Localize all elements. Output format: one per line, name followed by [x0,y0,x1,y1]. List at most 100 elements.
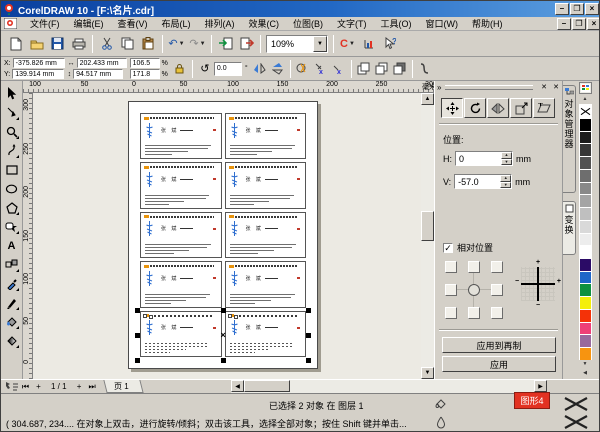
relative-position-checkbox[interactable]: ✓ [443,243,453,253]
docker-title-bar[interactable]: » ✕ ✕ [435,81,563,94]
vertical-scroll-thumb[interactable] [421,211,434,241]
scale-v-field[interactable]: 171.8 [130,69,160,79]
add-page-after-icon[interactable]: + [73,381,86,393]
color-swatch[interactable] [579,296,592,309]
menu-1[interactable]: 文件(F) [23,16,67,31]
anchor-checkbox[interactable] [468,307,480,319]
view-navigator-icon[interactable] [5,381,19,392]
anchor-checkbox[interactable] [491,307,503,319]
v-spinner[interactable]: ▲▼ [500,175,511,188]
nonproportional-lock-button[interactable] [171,60,189,78]
object-height-field[interactable]: 94.517 mm [73,69,123,79]
weld-button[interactable]: x [312,60,330,78]
redo-button[interactable]: ↷▼ [187,34,208,54]
new-button[interactable] [5,34,26,54]
menu-9[interactable]: 工具(O) [374,16,419,31]
to-back-button[interactable] [373,60,391,78]
color-swatch[interactable] [579,258,592,271]
color-swatch[interactable] [579,283,592,296]
menu-6[interactable]: 效果(C) [242,16,287,31]
rectangle-tool[interactable] [2,160,21,179]
business-card[interactable]: 张 斌 [140,113,222,159]
to-front-button[interactable] [355,60,373,78]
mdi-restore-button[interactable]: ❐ [572,18,586,30]
color-swatch[interactable] [579,271,592,284]
h-position-input[interactable]: 0 ▲▼ [455,151,513,166]
color-swatch[interactable] [579,118,592,131]
paste-button[interactable] [138,34,159,54]
no-color-swatch[interactable] [579,104,592,118]
palette-scroll-up-icon[interactable]: ▲ [579,95,592,104]
business-card[interactable]: 张 斌 [225,261,307,307]
cut-button[interactable] [96,34,117,54]
business-card[interactable]: 张 斌 [225,212,307,258]
mdi-minimize-button[interactable]: – [557,18,571,30]
menu-10[interactable]: 窗口(W) [419,16,466,31]
convert-to-curves-button[interactable] [416,60,434,78]
whats-this-help-button[interactable]: ? [379,34,400,54]
business-card[interactable]: 张 斌 [225,113,307,159]
anchor-checkbox[interactable] [445,261,457,273]
shape-tool[interactable] [2,103,21,122]
first-page-icon[interactable]: ⏮ [19,381,32,393]
business-card[interactable]: 张 斌 [140,311,222,357]
color-swatch[interactable] [579,143,592,156]
open-button[interactable] [26,34,47,54]
tab-object-manager[interactable]: 对象管理器 [563,85,576,193]
mdi-close-button[interactable]: × [587,18,600,30]
scroll-right-icon[interactable]: ▶ [534,380,547,392]
import-button[interactable] [215,34,236,54]
scroll-down-icon[interactable]: ▼ [421,367,434,379]
anchor-checkbox[interactable] [468,261,480,273]
scroll-left-icon[interactable]: ◀ [231,380,244,392]
vertical-scrollbar[interactable]: ▲ ▼ [421,93,434,379]
x-position-field[interactable]: -375.826 mm [13,58,65,68]
drawing-canvas[interactable]: 张 斌张 斌张 斌张 斌张 斌张 斌张 斌张 斌张 斌张 斌 × [33,93,421,379]
tab-transformation[interactable]: 变换 [563,201,576,255]
basic-shapes-tool[interactable] [2,217,21,236]
vertical-ruler[interactable]: 300250200150100500 [23,93,33,379]
corel-graph-button[interactable] [358,34,379,54]
interactive-fill-tool[interactable] [2,331,21,350]
mirror-vertical-button[interactable] [269,60,287,78]
document-icon[interactable] [4,18,17,29]
color-swatch[interactable] [579,169,592,182]
apply-button[interactable]: 应用 [442,356,556,372]
color-swatch[interactable] [579,131,592,144]
anchor-checkbox[interactable] [445,284,457,296]
h-spinner[interactable]: ▲▼ [501,152,512,165]
application-launcher-button[interactable]: C▼ [337,34,358,54]
trim-button[interactable]: x [330,60,348,78]
close-button[interactable]: × [585,3,599,15]
minimize-button[interactable]: – [555,3,569,15]
color-swatch[interactable] [579,322,592,335]
docker-group-close-icon[interactable]: ✕ [551,83,561,93]
scale-h-field[interactable]: 106.5 [130,58,160,68]
polygon-tool[interactable] [2,198,21,217]
object-width-field[interactable]: 202.433 mm [77,58,127,68]
copy-button[interactable] [117,34,138,54]
menu-8[interactable]: 文字(T) [330,16,374,31]
position-transform-button[interactable] [441,98,463,118]
horizontal-scroll-thumb[interactable] [244,380,290,392]
color-swatch[interactable] [579,156,592,169]
color-swatch[interactable] [579,182,592,195]
outline-tool[interactable] [2,293,21,312]
color-swatch[interactable] [579,194,592,207]
docker-grip[interactable] [445,85,533,90]
scroll-up-icon[interactable]: ▲ [421,93,434,105]
color-swatch[interactable] [579,245,592,258]
menu-5[interactable]: 排列(A) [198,16,242,31]
color-swatch[interactable] [579,309,592,322]
add-page-before-icon[interactable]: + [32,381,45,393]
color-swatch[interactable] [579,207,592,220]
mirror-horizontal-button[interactable] [251,60,269,78]
size-transform-button[interactable] [510,98,532,118]
color-swatch[interactable] [579,347,592,360]
freehand-tool[interactable] [2,141,21,160]
page[interactable]: 张 斌张 斌张 斌张 斌张 斌张 斌张 斌张 斌张 斌张 斌 × [128,101,318,369]
anchor-center-selected[interactable] [468,284,480,296]
rotation-transform-button[interactable] [464,98,486,118]
color-swatch[interactable] [579,233,592,246]
rotation-angle-field[interactable]: 0.0 [214,62,242,76]
